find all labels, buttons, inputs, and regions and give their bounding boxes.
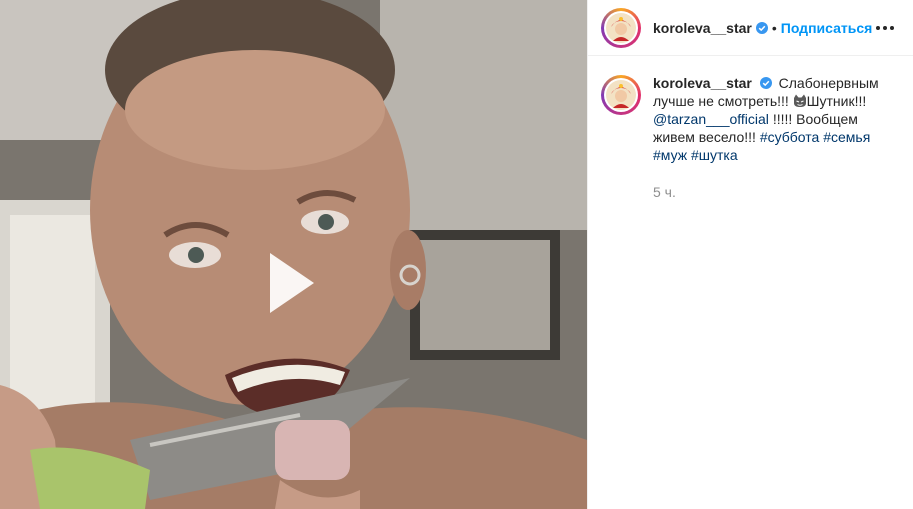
verified-badge-icon — [759, 77, 772, 89]
more-options-icon[interactable] — [873, 16, 897, 40]
post-header: koroleva__star • Подписаться — [588, 0, 913, 56]
caption-avatar[interactable] — [601, 75, 641, 115]
avatar[interactable] — [601, 7, 641, 48]
verified-badge-icon — [755, 21, 768, 34]
separator-dot: • — [771, 19, 777, 36]
profile-picture — [606, 80, 636, 110]
hashtag-link[interactable]: #муж — [653, 147, 687, 163]
cat-face-emoji-icon — [793, 94, 807, 108]
hashtag-link[interactable]: #шутка — [691, 147, 738, 163]
caption-username[interactable]: koroleva__star — [653, 75, 752, 91]
post-timestamp[interactable]: 5 ч. — [653, 183, 893, 201]
hashtag-link[interactable]: #семья — [823, 129, 870, 145]
caption-text-part2: Шутник!!! — [806, 93, 867, 109]
header-username[interactable]: koroleva__star — [653, 20, 752, 36]
play-button[interactable] — [248, 243, 328, 323]
play-icon — [270, 253, 314, 313]
caption-text: koroleva__star Слабонервным лучше не смо… — [653, 74, 893, 201]
caption-comment: koroleva__star Слабонервным лучше не смо… — [588, 56, 913, 201]
post-side-panel: koroleva__star • Подписаться koroleva__s… — [587, 0, 913, 509]
video-player[interactable] — [0, 0, 587, 509]
follow-button[interactable]: Подписаться — [781, 20, 873, 36]
profile-picture — [606, 12, 636, 43]
mention-link[interactable]: @tarzan___official — [653, 111, 769, 127]
instagram-post: koroleva__star • Подписаться koroleva__s… — [0, 0, 913, 509]
hashtag-link[interactable]: #суббота — [760, 129, 820, 145]
